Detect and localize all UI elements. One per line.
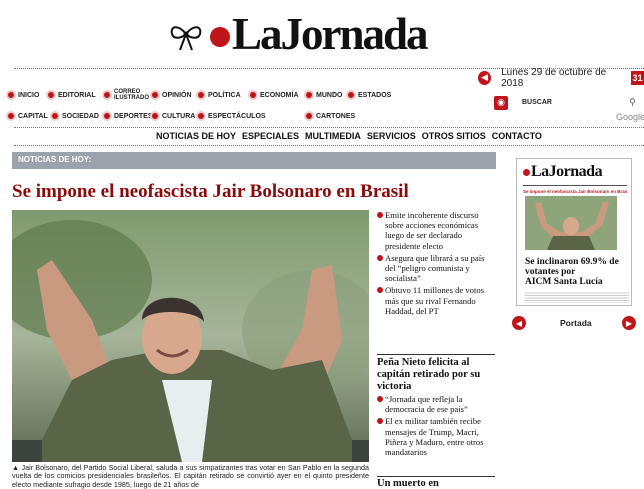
calendar-icon[interactable]: 31 — [630, 71, 644, 85]
search-icon: ⚲ — [629, 98, 636, 108]
print-headline: Se inclinaron 69.9% de votantes por — [525, 257, 619, 277]
logo-text: LaJornada — [232, 9, 429, 59]
main-headline[interactable]: Se impone el neofascista Jair Bolsonaro … — [12, 181, 409, 203]
bullet-icon — [102, 90, 112, 100]
portada-label[interactable]: Portada — [560, 318, 592, 328]
section-link-sociedad[interactable]: SOCIEDAD — [50, 109, 99, 123]
previous-edition-icon[interactable]: ◀ — [512, 316, 526, 330]
menu-servicios[interactable]: SERVICIOS — [367, 131, 416, 141]
print-edition-nav: ◀ Portada ▶ — [512, 314, 644, 332]
menu-noticias-de-hoy[interactable]: NOTICIAS DE HOY — [156, 131, 236, 141]
summary-item[interactable]: “Jornada que refleja la democracia de es… — [377, 394, 495, 414]
section-link-opinion[interactable]: OPINIÓN — [150, 88, 192, 102]
previous-day-icon[interactable]: ◀ — [478, 71, 492, 85]
summary-item[interactable]: Emite incoherente discurso sobre accione… — [377, 210, 495, 251]
bullet-icon — [346, 90, 356, 100]
section-link-estados[interactable]: ESTADOS — [346, 88, 391, 102]
divider — [377, 476, 495, 477]
print-edition-thumbnail[interactable]: LaJornada Se impone el neofascista Jair … — [516, 158, 632, 306]
print-logo-text: LaJornada — [531, 163, 603, 180]
section-link-economia[interactable]: ECONOMÍA — [248, 88, 299, 102]
bullet-icon — [102, 111, 112, 121]
print-photo — [525, 196, 617, 250]
story-headline[interactable]: Peña Nieto felicita al capitán retirado … — [377, 357, 495, 393]
logo-dot-icon — [210, 27, 230, 47]
bullet-icon — [150, 90, 160, 100]
summary-item[interactable]: Asegura que librará a su país del “pelig… — [377, 253, 495, 284]
main-menu: NOTICIAS DE HOY ESPECIALES MULTIMEDIA SE… — [156, 131, 542, 141]
divider — [14, 145, 644, 146]
lead-summary: Emite incoherente discurso sobre accione… — [377, 210, 495, 318]
bullet-icon — [196, 111, 206, 121]
masthead: LaJornada — [0, 0, 644, 66]
date-bar: ◀ Lunes 29 de octubre de 2018 31 — [478, 67, 644, 89]
print-small-headline: Se impone el neofascista Jair Bolsonaro … — [523, 189, 627, 194]
section-nav: INICIO EDITORIAL CORREO ILUSTRADO OPINIÓ… — [6, 86, 416, 126]
summary-item[interactable]: El ex militar también recibe mensajes de… — [377, 416, 495, 457]
menu-multimedia[interactable]: MULTIMEDIA — [305, 131, 361, 141]
story-headline[interactable]: Un muerto en — [377, 478, 495, 489]
bullet-icon — [196, 90, 206, 100]
rss-icon[interactable]: ◉ — [494, 96, 508, 110]
story-summary: “Jornada que refleja la democracia de es… — [377, 394, 495, 459]
menu-especiales[interactable]: ESPECIALES — [242, 131, 299, 141]
section-link-capital[interactable]: CAPITAL — [6, 109, 48, 123]
google-search-input[interactable]: Google — [616, 112, 644, 122]
section-link-correo[interactable]: CORREO ILUSTRADO — [102, 88, 149, 102]
photo-caption: ▲ Jair Bolsonaro, del Partido Social Lib… — [12, 464, 369, 489]
section-link-deportes[interactable]: DEPORTES — [102, 109, 153, 123]
print-headline: AICM Santa Lucía — [525, 277, 603, 287]
summary-item[interactable]: Obtuvo 11 millones de votos más que su r… — [377, 285, 495, 316]
section-link-editorial[interactable]: EDITORIAL — [46, 88, 96, 102]
print-body-text — [525, 291, 629, 303]
bullet-icon — [6, 90, 16, 100]
menu-contacto[interactable]: CONTACTO — [492, 131, 542, 141]
search-button[interactable]: BUSCAR — [522, 99, 552, 106]
bullet-icon — [304, 111, 314, 121]
menu-otros-sitios[interactable]: OTROS SITIOS — [422, 131, 486, 141]
divider — [377, 354, 495, 355]
section-link-mundo[interactable]: MUNDO — [304, 88, 342, 102]
bow-icon — [170, 26, 202, 51]
bullet-icon — [46, 90, 56, 100]
section-link-espectaculos[interactable]: ESPECTÁCULOS — [196, 109, 266, 123]
bullet-icon — [304, 90, 314, 100]
section-header: NOTICIAS DE HOY: — [12, 152, 496, 169]
logo-dot-icon — [523, 168, 530, 176]
section-link-cultura[interactable]: CULTURA — [150, 109, 195, 123]
section-link-cartones[interactable]: CARTONES — [304, 109, 355, 123]
bullet-icon — [150, 111, 160, 121]
divider — [14, 127, 644, 128]
print-logo: LaJornada — [523, 163, 603, 181]
bullet-icon — [248, 90, 258, 100]
current-date: Lunes 29 de octubre de 2018 — [501, 67, 607, 89]
bullet-icon — [50, 111, 60, 121]
bullet-icon — [6, 111, 16, 121]
lead-photo[interactable] — [12, 210, 369, 462]
divider — [523, 185, 627, 186]
section-link-politica[interactable]: POLÍTICA — [196, 88, 241, 102]
site-logo[interactable]: LaJornada — [210, 8, 429, 60]
section-header-label: NOTICIAS DE HOY: — [18, 155, 92, 164]
section-link-inicio[interactable]: INICIO — [6, 88, 39, 102]
next-edition-icon[interactable]: ▶ — [622, 316, 636, 330]
